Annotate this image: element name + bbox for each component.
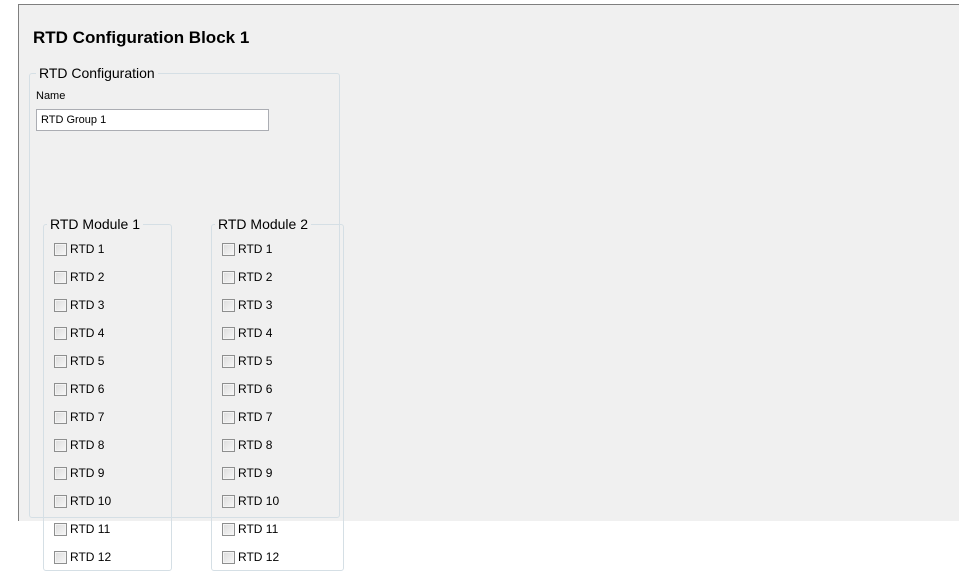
checkbox-label[interactable]: RTD 3 <box>238 298 272 312</box>
checkbox[interactable] <box>54 326 67 340</box>
checkbox[interactable] <box>54 550 67 564</box>
rtd-checkbox-row[interactable]: RTD 9 <box>54 465 104 481</box>
checkbox-label[interactable]: RTD 6 <box>70 382 104 396</box>
checkbox-label[interactable]: RTD 6 <box>238 382 272 396</box>
checkbox-label[interactable]: RTD 2 <box>70 270 104 284</box>
name-input[interactable] <box>36 109 269 131</box>
checkbox-label[interactable]: RTD 12 <box>70 550 111 564</box>
checkbox[interactable] <box>222 494 235 508</box>
checkbox[interactable] <box>222 410 235 424</box>
checkbox[interactable] <box>222 522 235 536</box>
rtd-configuration-group: RTD Configuration Name RTD Module 1 RTD … <box>29 64 344 571</box>
rtd-checkbox-row[interactable]: RTD 8 <box>222 437 272 453</box>
checkbox[interactable] <box>222 438 235 452</box>
checkbox[interactable] <box>54 438 67 452</box>
checkbox[interactable] <box>54 410 67 424</box>
checkbox[interactable] <box>222 298 235 312</box>
checkbox-label[interactable]: RTD 7 <box>238 410 272 424</box>
checkbox-label[interactable]: RTD 1 <box>70 242 104 256</box>
checkbox-label[interactable]: RTD 11 <box>238 522 278 536</box>
config-panel: RTD Configuration Block 1 RTD Configurat… <box>18 4 959 571</box>
rtd-checkbox-row[interactable]: RTD 4 <box>54 325 104 341</box>
rtd-checkbox-row[interactable]: RTD 10 <box>54 493 111 509</box>
rtd-module-2-legend: RTD Module 2 <box>215 215 312 233</box>
checkbox[interactable] <box>222 550 235 564</box>
checkbox-label[interactable]: RTD 4 <box>70 326 104 340</box>
checkbox[interactable] <box>54 494 67 508</box>
checkbox-label[interactable]: RTD 3 <box>70 298 104 312</box>
checkbox-label[interactable]: RTD 10 <box>238 494 279 508</box>
rtd-checkbox-row[interactable]: RTD 12 <box>54 549 111 565</box>
page-title: RTD Configuration Block 1 <box>33 28 250 47</box>
checkbox-label[interactable]: RTD 10 <box>70 494 111 508</box>
checkbox[interactable] <box>222 242 235 256</box>
checkbox-label[interactable]: RTD 8 <box>70 438 104 452</box>
rtd-checkbox-row[interactable]: RTD 5 <box>54 353 104 369</box>
checkbox-label[interactable]: RTD 8 <box>238 438 272 452</box>
checkbox[interactable] <box>222 466 235 480</box>
checkbox[interactable] <box>54 242 67 256</box>
rtd-checkbox-row[interactable]: RTD 4 <box>222 325 272 341</box>
checkbox-label[interactable]: RTD 7 <box>70 410 104 424</box>
checkbox-label[interactable]: RTD 2 <box>238 270 272 284</box>
checkbox-label[interactable]: RTD 5 <box>70 354 104 368</box>
rtd-checkbox-row[interactable]: RTD 1 <box>54 241 104 257</box>
rtd-checkbox-row[interactable]: RTD 8 <box>54 437 104 453</box>
rtd-module-1-legend: RTD Module 1 <box>47 215 144 233</box>
checkbox-label[interactable]: RTD 1 <box>238 242 272 256</box>
checkbox[interactable] <box>54 298 67 312</box>
rtd-configuration-legend: RTD Configuration <box>36 64 158 82</box>
checkbox[interactable] <box>54 382 67 396</box>
checkbox[interactable] <box>54 522 67 536</box>
rtd-checkbox-row[interactable]: RTD 2 <box>222 269 272 285</box>
checkbox-label[interactable]: RTD 11 <box>70 522 110 536</box>
rtd-checkbox-row[interactable]: RTD 9 <box>222 465 272 481</box>
rtd-checkbox-row[interactable]: RTD 11 <box>54 521 110 537</box>
checkbox[interactable] <box>222 354 235 368</box>
rtd-checkbox-row[interactable]: RTD 5 <box>222 353 272 369</box>
rtd-checkbox-row[interactable]: RTD 11 <box>222 521 278 537</box>
rtd-checkbox-row[interactable]: RTD 3 <box>54 297 104 313</box>
checkbox-label[interactable]: RTD 12 <box>238 550 279 564</box>
rtd-checkbox-row[interactable]: RTD 3 <box>222 297 272 313</box>
rtd-checkbox-row[interactable]: RTD 7 <box>54 409 104 425</box>
rtd-checkbox-row[interactable]: RTD 2 <box>54 269 104 285</box>
checkbox-label[interactable]: RTD 4 <box>238 326 272 340</box>
rtd-checkbox-row[interactable]: RTD 6 <box>54 381 104 397</box>
checkbox[interactable] <box>222 270 235 284</box>
rtd-checkbox-row[interactable]: RTD 12 <box>222 549 279 565</box>
checkbox-label[interactable]: RTD 5 <box>238 354 272 368</box>
checkbox[interactable] <box>54 354 67 368</box>
rtd-checkbox-row[interactable]: RTD 7 <box>222 409 272 425</box>
rtd-checkbox-row[interactable]: RTD 10 <box>222 493 279 509</box>
rtd-checkbox-row[interactable]: RTD 6 <box>222 381 272 397</box>
checkbox-label[interactable]: RTD 9 <box>238 466 272 480</box>
checkbox[interactable] <box>222 382 235 396</box>
rtd-checkbox-row[interactable]: RTD 1 <box>222 241 272 257</box>
checkbox[interactable] <box>54 270 67 284</box>
checkbox[interactable] <box>222 326 235 340</box>
checkbox-label[interactable]: RTD 9 <box>70 466 104 480</box>
checkbox[interactable] <box>54 466 67 480</box>
name-label: Name <box>36 90 66 102</box>
